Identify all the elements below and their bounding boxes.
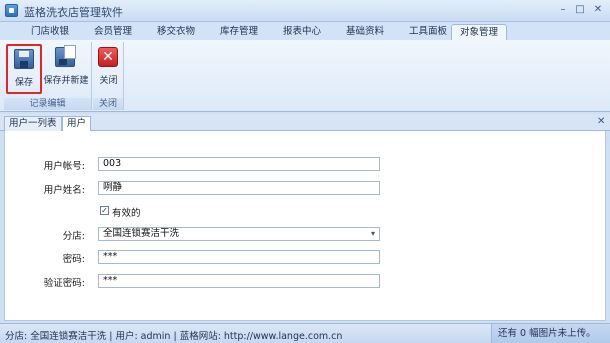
confirm-password-label: 验证密码: — [43, 278, 85, 289]
document-tab-row: 用户一列表 用户 ✕ — [0, 114, 610, 131]
close-red-icon: ✕ — [98, 47, 118, 67]
confirm-password-input[interactable]: *** — [98, 274, 380, 288]
tab-object-management[interactable]: 对象管理 — [451, 24, 507, 41]
close-button[interactable]: ✕ 关闭 — [95, 44, 122, 94]
close-group: ✕ 关闭 关闭 — [93, 42, 124, 110]
close-document-icon[interactable]: ✕ — [597, 116, 605, 127]
save-label: 保存 — [14, 78, 33, 88]
account-input[interactable]: 003 — [98, 157, 380, 171]
account-label: 用户帐号: — [43, 161, 85, 172]
minimize-button[interactable]: – — [555, 3, 571, 18]
tab-inventory[interactable]: 库存管理 — [211, 24, 267, 41]
password-label: 密码: — [62, 254, 85, 265]
upload-status: 还有 0 幅图片未上传。 — [491, 324, 610, 343]
record-edit-group-label: 记录编辑 — [4, 98, 91, 110]
save-icon — [14, 49, 34, 69]
status-info: 分店: 全国连锁赛洁干洗 | 用户: admin | 蓝格网站: http://… — [5, 331, 343, 342]
tab-user-list[interactable]: 用户一列表 — [4, 116, 62, 131]
tab-basic-data[interactable]: 基础资料 — [337, 24, 393, 41]
close-window-button[interactable]: ✕ — [590, 3, 606, 18]
password-input[interactable]: *** — [98, 250, 380, 264]
tab-tools[interactable]: 工具面板 — [400, 24, 456, 41]
title-bar: 蓝格洗衣店管理软件 – □ ✕ — [0, 0, 610, 22]
valid-checkbox[interactable]: ✓ — [100, 206, 109, 215]
tab-store-checkout[interactable]: 门店收银 — [22, 24, 78, 41]
valid-label: 有效的 — [112, 208, 141, 219]
tab-transfer-clothes[interactable]: 移交衣物 — [148, 24, 204, 41]
save-and-new-button[interactable]: 保存并新建 — [42, 44, 90, 94]
user-form: 用户帐号: 003 用户姓名: 咧静 ✓ 有效的 分店: 全国连锁赛洁干洗 密码… — [4, 131, 606, 321]
ribbon-panel: 保存 保存并新建 记录编辑 ✕ 关闭 关闭 — [0, 40, 610, 112]
tab-member-management[interactable]: 会员管理 — [85, 24, 141, 41]
save-new-icon — [55, 45, 76, 67]
window-title: 蓝格洗衣店管理软件 — [24, 6, 123, 19]
store-select[interactable]: 全国连锁赛洁干洗 — [98, 227, 380, 241]
store-label: 分店: — [62, 231, 85, 242]
store-select-value: 全国连锁赛洁干洗 — [103, 228, 180, 239]
close-group-label: 关闭 — [93, 98, 123, 110]
tab-user[interactable]: 用户 — [62, 116, 92, 131]
save-and-new-label: 保存并新建 — [43, 76, 89, 86]
maximize-button[interactable]: □ — [572, 3, 588, 18]
name-input[interactable]: 咧静 — [98, 181, 380, 195]
name-label: 用户姓名: — [43, 185, 85, 196]
close-button-label: 关闭 — [99, 76, 118, 86]
app-icon — [5, 4, 18, 17]
save-button[interactable]: 保存 — [6, 44, 42, 94]
ribbon-tab-row: 门店收银 会员管理 移交衣物 库存管理 报表中心 基础资料 工具面板 对象管理 — [0, 22, 610, 41]
status-bar: 分店: 全国连锁赛洁干洗 | 用户: admin | 蓝格网站: http://… — [0, 323, 610, 343]
record-edit-group: 保存 保存并新建 记录编辑 — [4, 42, 92, 110]
tab-reports[interactable]: 报表中心 — [274, 24, 330, 41]
